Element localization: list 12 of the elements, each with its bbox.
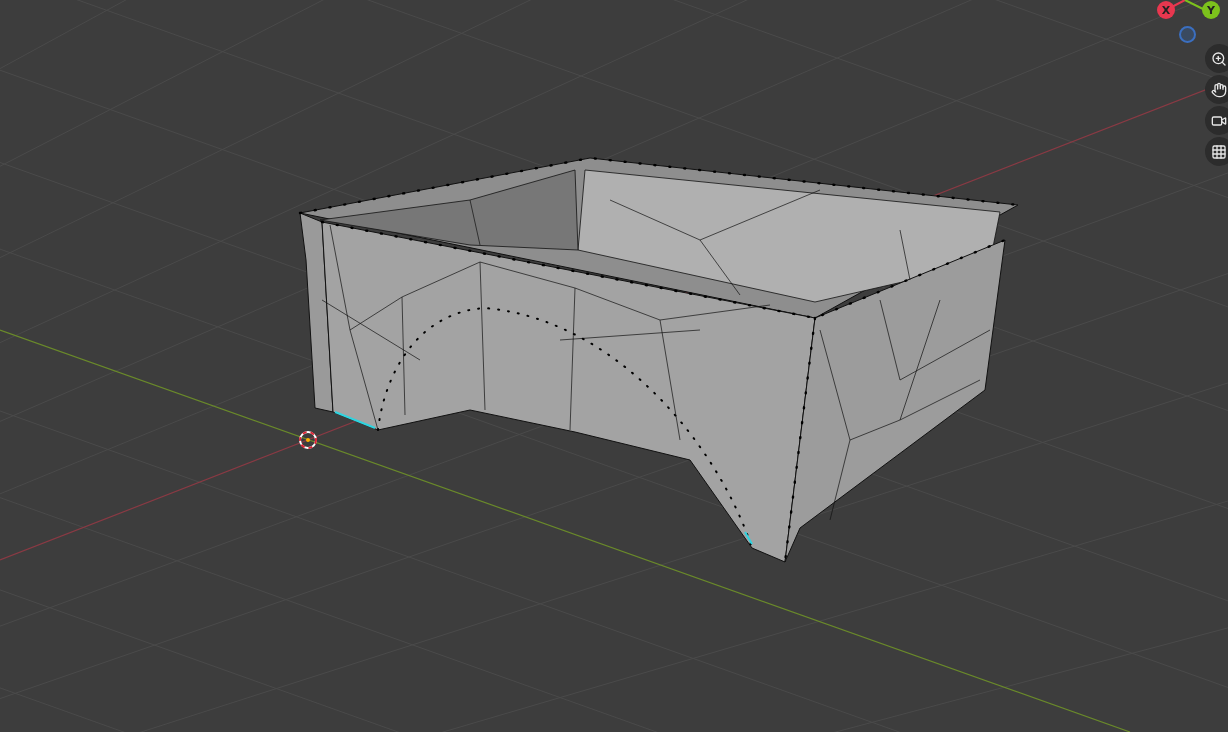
3d-viewport[interactable]: X Y — [0, 0, 1228, 732]
z-axis-handle[interactable] — [1179, 26, 1196, 43]
zoom-icon — [1211, 50, 1227, 67]
grid-button[interactable] — [1205, 137, 1228, 166]
hand-icon — [1211, 81, 1227, 98]
3d-cursor-icon — [299, 431, 317, 449]
pan-button[interactable] — [1205, 75, 1228, 104]
zoom-button[interactable] — [1205, 44, 1228, 73]
axis-handle[interactable]: X — [1157, 1, 1175, 19]
camera-button[interactable] — [1205, 106, 1228, 135]
axis-handle[interactable]: Y — [1202, 1, 1220, 19]
grid-icon — [1211, 143, 1227, 160]
